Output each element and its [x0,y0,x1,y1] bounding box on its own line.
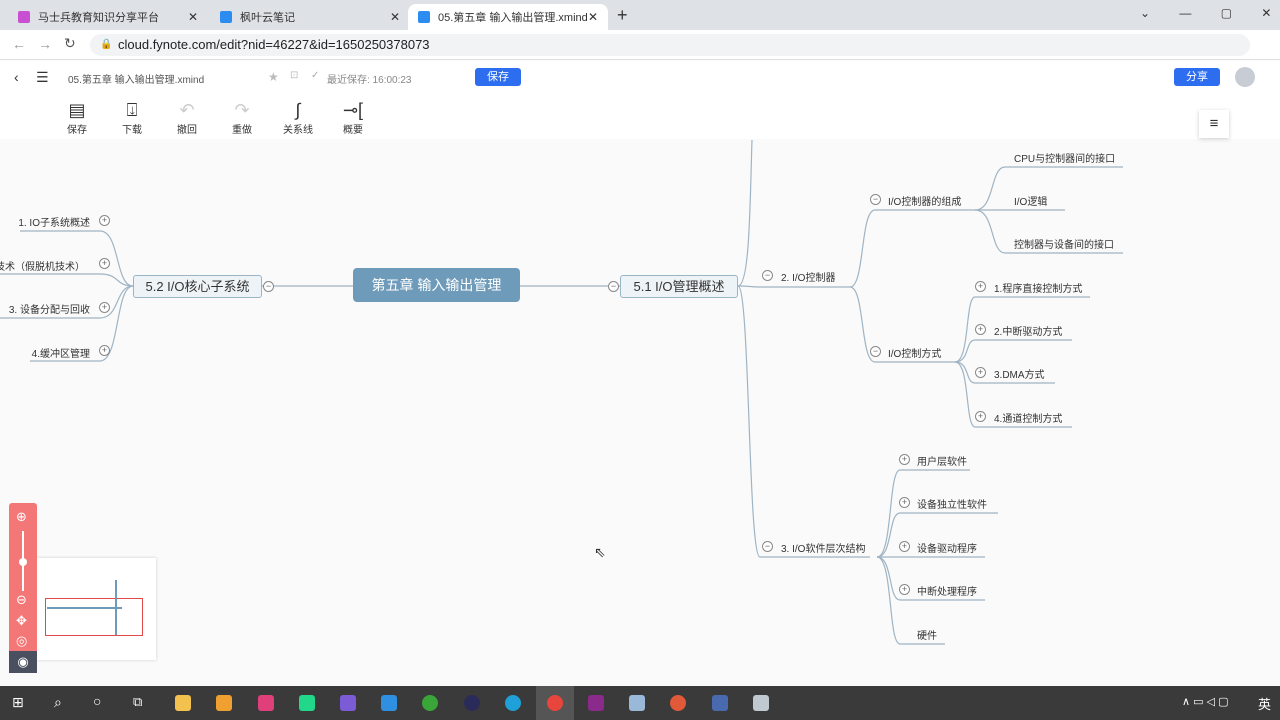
root-node[interactable]: 第五章 输入输出管理 [353,268,520,302]
app-icon[interactable] [712,695,728,711]
expand-icon[interactable]: + [975,411,986,422]
expand-icon[interactable]: + [899,541,910,552]
expand-icon[interactable]: + [899,454,910,465]
node-io-overview[interactable]: 5.1 I/O管理概述 [620,275,738,298]
taskbar: ⊞ ⌕ ○ ⧉ ∧ ▭ ◁ ▢ 英 [0,686,1280,720]
zoom-slider-handle[interactable] [19,558,27,566]
collapse-icon[interactable]: − [762,541,773,552]
expand-icon[interactable]: + [975,281,986,292]
task-view-icon[interactable]: ⧉ [133,694,142,710]
app-icon[interactable] [629,695,645,711]
expand-icon[interactable]: + [899,497,910,508]
ime-indicator[interactable]: 英 [1258,694,1271,713]
node[interactable]: I/O逻辑 [1014,193,1047,208]
node[interactable]: 4.缓冲区管理 [32,345,90,360]
node-control-modes[interactable]: I/O控制方式 [888,345,941,360]
pdf-icon[interactable] [588,695,604,711]
mouse-cursor-icon: ⇖ [594,544,606,560]
intellij-icon[interactable] [258,695,274,711]
zoom-in-icon[interactable]: ⊕ [16,509,27,525]
edge-icon[interactable] [505,695,521,711]
cortana-icon[interactable]: ○ [93,693,101,709]
eclipse-icon[interactable] [464,695,480,711]
collapse-icon[interactable]: − [263,281,274,292]
powerpoint-icon[interactable] [670,695,686,711]
zoom-out-icon[interactable]: ⊖ [16,592,27,608]
node[interactable]: 控制器与设备间的接口 [1014,236,1114,251]
expand-icon[interactable]: + [975,367,986,378]
node[interactable]: 3.DMA方式 [994,366,1045,381]
minimap-content [115,580,117,635]
node[interactable]: 设备独立性软件 [917,496,987,511]
file-explorer-icon[interactable] [175,695,191,711]
node[interactable]: 1. IO子系统概述 [18,214,90,229]
eye-icon[interactable]: ◉ [9,651,37,673]
node[interactable]: 2.中断驱动方式 [994,323,1062,338]
app-icon[interactable] [216,695,232,711]
windows-start-icon[interactable]: ⊞ [12,694,24,711]
collapse-icon[interactable]: − [608,281,619,292]
expand-icon[interactable]: + [99,215,110,226]
node[interactable]: 中断处理程序 [917,583,977,598]
app-icon[interactable] [422,695,438,711]
node[interactable]: 1.程序直接控制方式 [994,280,1082,295]
node[interactable]: 技术（假脱机技术） [0,258,85,273]
node-io-software[interactable]: 3. I/O软件层次结构 [781,540,865,555]
search-icon[interactable]: ⌕ [54,694,62,711]
minimap-content [47,607,122,609]
tray-icons[interactable]: ∧ ▭ ◁ ▢ [1182,695,1228,708]
expand-icon[interactable]: + [99,302,110,313]
center-icon[interactable]: ◎ [16,633,27,649]
vscode-icon[interactable] [381,695,397,711]
collapse-icon[interactable]: − [870,346,881,357]
node[interactable]: 3. 设备分配与回收 [9,301,90,316]
pycharm-icon[interactable] [299,695,315,711]
collapse-icon[interactable]: − [870,194,881,205]
node[interactable]: 设备驱动程序 [917,540,977,555]
expand-icon[interactable]: + [99,345,110,356]
node-controller-composition[interactable]: I/O控制器的组成 [888,193,961,208]
node[interactable]: CPU与控制器间的接口 [1014,150,1115,165]
chrome-icon[interactable] [547,695,563,711]
goland-icon[interactable] [340,695,356,711]
zoom-controls: ⊕ ⊖ ✥ ◎ ◉ [9,503,37,673]
minimap[interactable] [37,558,156,660]
mindmap-connectors [0,139,1123,645]
node-io-controller[interactable]: 2. I/O控制器 [781,269,835,284]
move-icon[interactable]: ✥ [16,613,27,629]
expand-icon[interactable]: + [975,324,986,335]
node[interactable]: 硬件 [917,627,937,642]
expand-icon[interactable]: + [99,258,110,269]
node-core-subsystem[interactable]: 5.2 I/O核心子系统 [133,275,262,298]
minimap-viewport[interactable] [45,598,143,636]
expand-icon[interactable]: + [899,584,910,595]
node[interactable]: 4.通道控制方式 [994,410,1062,425]
node[interactable]: 用户层软件 [917,453,967,468]
app-icon[interactable] [753,695,769,711]
collapse-icon[interactable]: − [762,270,773,281]
